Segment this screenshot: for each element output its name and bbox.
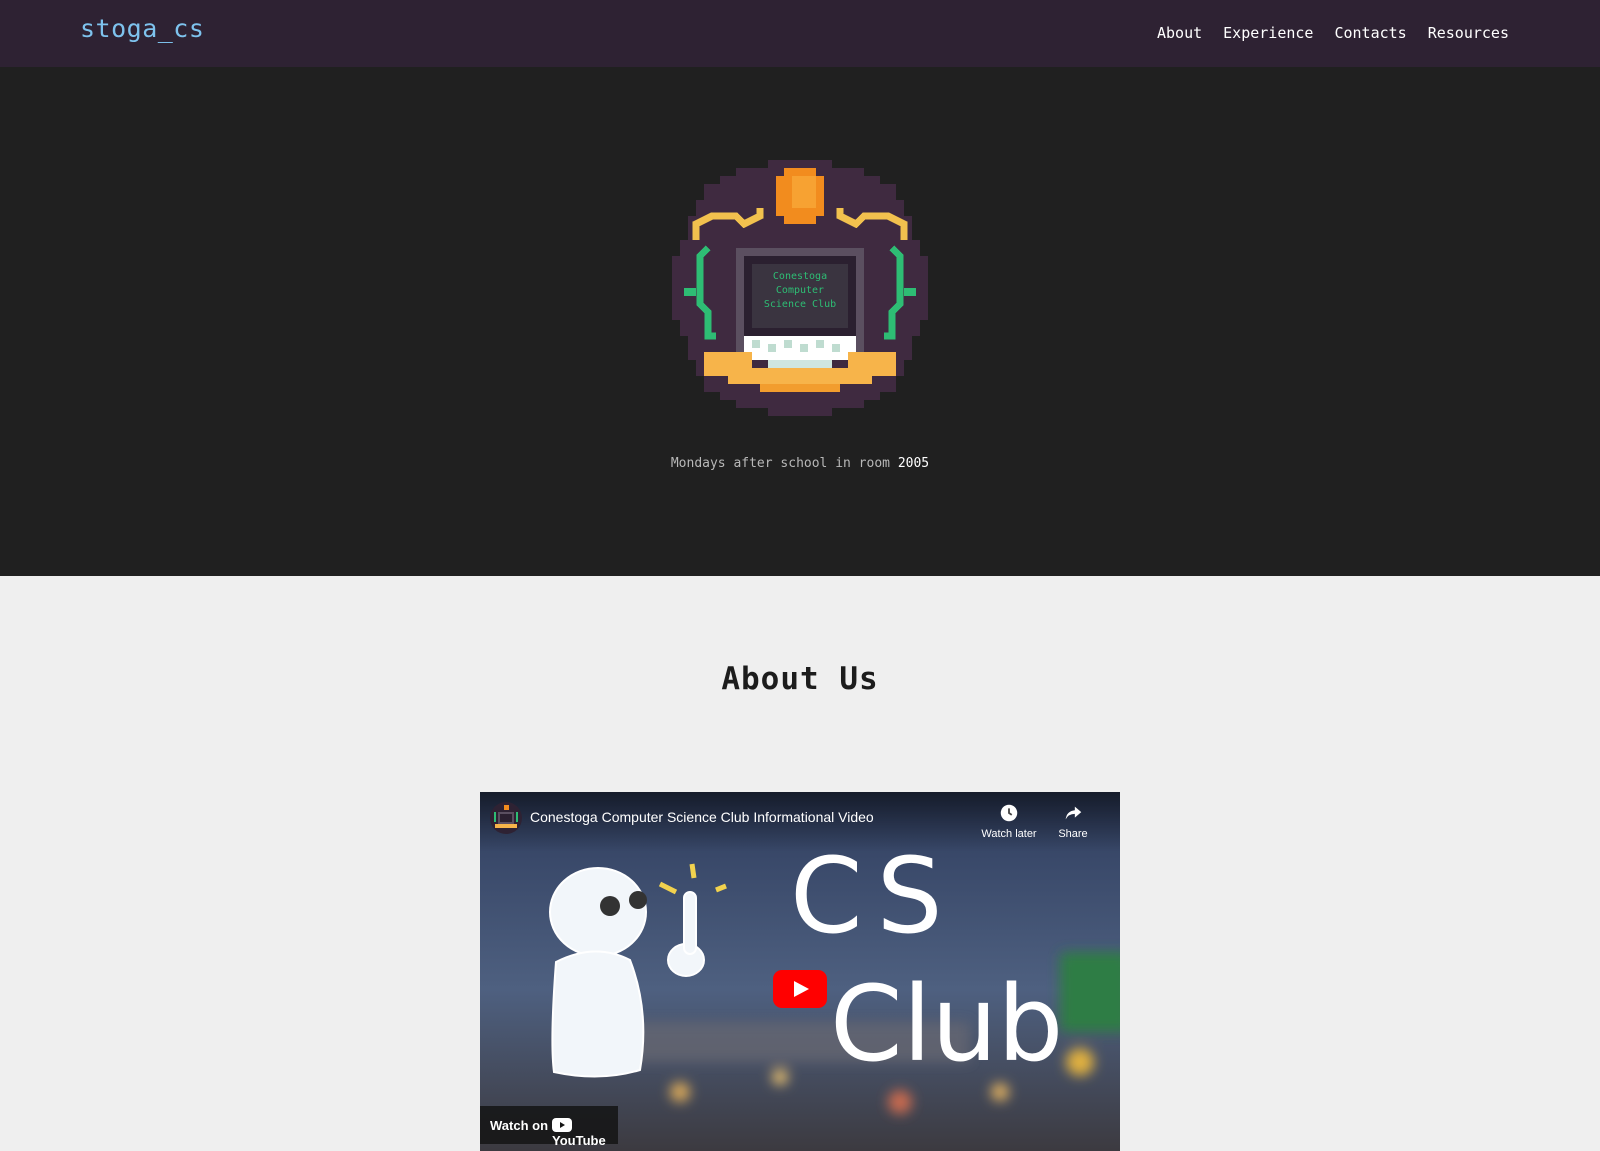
thumb-light xyxy=(888,1090,912,1114)
thumb-light xyxy=(991,1083,1009,1101)
watch-later-button[interactable]: Watch later xyxy=(977,802,1041,840)
share-icon xyxy=(1065,806,1082,820)
nav-link-contacts[interactable]: Contacts xyxy=(1334,24,1406,42)
ghost-head xyxy=(549,867,647,957)
logo-text-line: Computer xyxy=(776,285,824,296)
logo-base xyxy=(760,384,840,392)
logo-key xyxy=(752,340,760,348)
nav-link-resources[interactable]: Resources xyxy=(1428,24,1509,42)
ghost-body xyxy=(551,950,645,1078)
logo-keyboard-base xyxy=(768,360,832,368)
brand-link[interactable]: stoga_cs xyxy=(80,14,204,43)
about-section: About Us CS Club Conestoga Computer Scie… xyxy=(0,576,1600,1151)
logo-key xyxy=(816,340,824,348)
watch-on-label: Watch on xyxy=(490,1118,549,1133)
clock-icon xyxy=(1000,804,1018,822)
hero-section: Conestoga Computer Science Club Mondays … xyxy=(0,67,1600,576)
logo-sun xyxy=(792,176,816,208)
nav-links: About Experience Contacts Resources xyxy=(1157,24,1509,42)
logo-base xyxy=(728,368,872,384)
thumb-text-cs: CS xyxy=(790,835,957,957)
meeting-info: Mondays after school in room 2005 xyxy=(0,456,1600,471)
ghost-arm xyxy=(683,891,697,955)
channel-avatar[interactable] xyxy=(490,802,522,834)
ghost-eye xyxy=(600,896,620,916)
channel-logo-icon xyxy=(494,805,518,828)
logo-laurel-left-dot xyxy=(684,288,696,296)
watch-later-label: Watch later xyxy=(981,828,1037,840)
ghost-eye xyxy=(629,891,647,909)
play-button-icon[interactable] xyxy=(773,970,827,1008)
thumb-light xyxy=(772,1069,788,1085)
logo-laurel-right-dot xyxy=(904,288,916,296)
logo-text-line: Conestoga xyxy=(773,271,827,282)
youtube-logo-icon xyxy=(552,1118,572,1132)
video-title[interactable]: Conestoga Computer Science Club Informat… xyxy=(530,809,874,825)
nav-link-about[interactable]: About xyxy=(1157,24,1202,42)
share-button[interactable]: Share xyxy=(1041,802,1105,840)
youtube-embed[interactable]: CS Club Conestoga Computer Science Club … xyxy=(480,792,1120,1151)
logo-key xyxy=(832,344,840,352)
thumb-text-club: Club xyxy=(830,963,1063,1085)
logo-key xyxy=(800,344,808,352)
share-label: Share xyxy=(1058,828,1088,840)
meeting-text: Mondays after school in room xyxy=(670,456,898,471)
logo-text-line: Science Club xyxy=(764,299,836,310)
meeting-room: 2005 xyxy=(897,456,930,471)
watch-on-youtube-link[interactable]: Watch on YouTube xyxy=(480,1106,618,1148)
logo-key xyxy=(784,340,792,348)
logo-key xyxy=(768,344,776,352)
thumb-light xyxy=(1066,1048,1094,1076)
youtube-wordmark: YouTube xyxy=(552,1133,606,1148)
about-title: About Us xyxy=(721,661,879,697)
youtube-logo: YouTube xyxy=(552,1118,618,1148)
thumb-road-sign xyxy=(1060,952,1120,1032)
thumb-light xyxy=(670,1082,690,1102)
navbar: stoga_cs About Experience Contacts Resou… xyxy=(0,0,1600,67)
club-logo: Conestoga Computer Science Club xyxy=(672,160,928,416)
nav-link-experience[interactable]: Experience xyxy=(1223,24,1313,42)
